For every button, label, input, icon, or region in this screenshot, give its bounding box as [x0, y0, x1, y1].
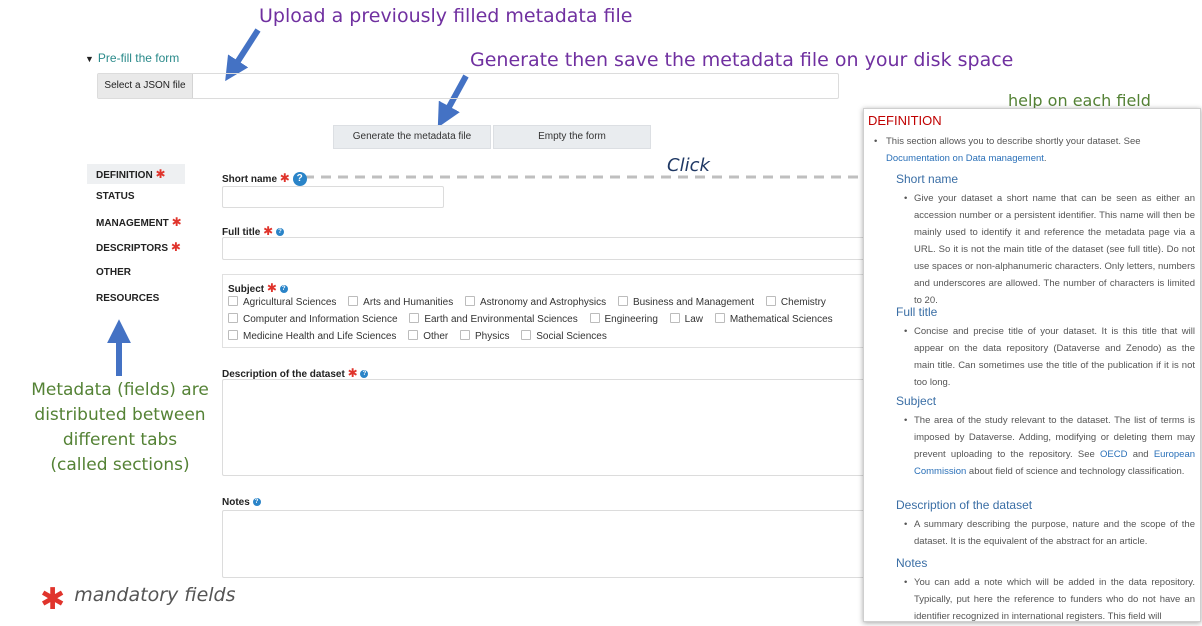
subject-row: Medicine Health and Life Sciences Other …	[228, 330, 616, 342]
subject-checkbox[interactable]: Mathematical Sciences	[714, 313, 833, 325]
subject-checkbox[interactable]: Social Sciences	[521, 330, 607, 342]
checkbox-icon[interactable]	[589, 313, 600, 323]
generate-metadata-button[interactable]: Generate the metadata file	[333, 125, 491, 149]
checkbox-icon[interactable]	[228, 313, 238, 323]
help-heading-notes: Notes	[896, 556, 928, 570]
description-label: Description of the dataset ✱ ?	[222, 366, 369, 380]
help-heading-description: Description of the dataset	[896, 498, 1033, 512]
subject-label: Subject ✱ ?	[228, 281, 288, 295]
upload-callout: Upload a previously filled metadata file	[259, 5, 633, 27]
short-name-label: Short name ✱ ?	[222, 171, 307, 187]
click-callout: Click	[667, 155, 710, 176]
subject-checkbox[interactable]: Physics	[460, 330, 509, 342]
help-heading-subject: Subject	[896, 394, 937, 408]
asterisk-icon: ✱	[171, 215, 182, 229]
checkbox-icon[interactable]	[228, 296, 238, 306]
subject-checkbox[interactable]: Arts and Humanities	[348, 296, 453, 308]
help-circle-icon[interactable]: ?	[360, 370, 369, 379]
help-intro: • This section allows you to describe sh…	[874, 136, 1141, 164]
subject-checkbox[interactable]: Agricultural Sciences	[228, 296, 336, 308]
checkbox-icon[interactable]	[409, 313, 420, 323]
checkbox-icon[interactable]	[408, 330, 419, 340]
tab-other[interactable]: OTHER	[87, 263, 185, 283]
subject-checkbox[interactable]: Law	[669, 313, 703, 325]
help-circle-icon[interactable]: ?	[292, 172, 307, 187]
asterisk-icon: ✱	[266, 281, 277, 295]
help-text-notes: • You can add a note which will be added …	[904, 577, 1195, 622]
subject-checkbox[interactable]: Other	[408, 330, 448, 342]
full-title-input[interactable]	[222, 237, 873, 260]
metadata-callout: Metadata (fields) are distributed betwee…	[31, 380, 209, 475]
empty-form-button[interactable]: Empty the form	[493, 125, 651, 149]
tab-status[interactable]: STATUS	[87, 187, 185, 207]
prefill-toggle[interactable]: ▼ Pre-fill the form	[85, 51, 179, 65]
subject-checkbox[interactable]: Engineering	[589, 313, 658, 325]
help-panel-title: DEFINITION	[868, 113, 942, 128]
tab-definition[interactable]: DEFINITION ✱	[87, 164, 185, 184]
subject-checkbox[interactable]: Chemistry	[765, 296, 826, 308]
checkbox-icon[interactable]	[669, 313, 680, 323]
checkbox-icon[interactable]	[460, 330, 471, 340]
asterisk-icon: ✱	[263, 224, 274, 238]
help-heading-short-name: Short name	[896, 172, 959, 186]
asterisk-icon: ✱	[347, 366, 358, 380]
help-circle-icon[interactable]: ?	[275, 228, 284, 237]
short-name-input[interactable]	[222, 186, 444, 208]
oecd-link[interactable]: OECD	[1100, 449, 1127, 460]
help-circle-icon[interactable]: ?	[279, 285, 288, 294]
tab-descriptors[interactable]: DESCRIPTORS ✱	[87, 237, 185, 257]
checkbox-icon[interactable]	[714, 313, 725, 323]
help-text-full-title: • Concise and precise title of your datas…	[904, 326, 1195, 388]
documentation-link[interactable]: Documentation on Data management	[886, 153, 1044, 164]
generate-callout: Generate then save the metadata file on …	[470, 49, 1014, 71]
checkbox-icon[interactable]	[765, 296, 776, 306]
help-panel: DEFINITION • This section allows you to …	[863, 108, 1201, 622]
checkbox-icon[interactable]	[617, 296, 628, 306]
checkbox-icon[interactable]	[521, 330, 532, 340]
triangle-down-icon: ▼	[85, 54, 94, 64]
asterisk-icon: ✱	[40, 582, 66, 617]
tab-resources[interactable]: RESOURCES	[87, 289, 185, 309]
subject-checkbox[interactable]: Medicine Health and Life Sciences	[228, 330, 396, 342]
subject-row: Agricultural Sciences Arts and Humanitie…	[228, 296, 835, 308]
description-textarea[interactable]	[222, 379, 873, 476]
help-circle-icon[interactable]: ?	[252, 498, 261, 507]
asterisk-icon: ✱	[155, 167, 166, 181]
subject-checkbox[interactable]: Computer and Information Science	[228, 313, 398, 325]
checkbox-icon[interactable]	[228, 330, 238, 340]
tab-management[interactable]: MANAGEMENT ✱	[87, 212, 185, 232]
full-title-label: Full title ✱ ?	[222, 224, 284, 238]
help-text-subject: • The area of the study relevant to the d…	[904, 415, 1196, 477]
json-file-input[interactable]: Select a JSON file	[97, 73, 839, 99]
asterisk-icon: ✱	[279, 171, 290, 185]
subject-checkbox[interactable]: Astronomy and Astrophysics	[464, 296, 606, 308]
notes-label: Notes ?	[222, 497, 261, 508]
asterisk-icon: ✱	[170, 240, 181, 254]
checkbox-icon[interactable]	[348, 296, 359, 306]
upload-arrow	[225, 28, 261, 82]
help-heading-full-title: Full title	[896, 305, 938, 319]
subject-checkbox[interactable]: Business and Management	[617, 296, 754, 308]
subject-box: Subject ✱ ? Agricultural Sciences Arts a…	[222, 274, 873, 348]
select-json-button[interactable]: Select a JSON file	[98, 74, 193, 98]
subject-checkbox[interactable]: Earth and Environmental Sciences	[409, 313, 578, 325]
help-text-description: • A summary describing the purpose, natur…	[904, 519, 1195, 547]
checkbox-icon[interactable]	[464, 296, 475, 306]
notes-textarea[interactable]	[222, 510, 873, 578]
subject-row: Computer and Information Science Earth a…	[228, 313, 842, 325]
mandatory-legend: ✱ mandatory fields	[40, 582, 236, 617]
help-text-short-name: • Give your dataset a short name that can…	[904, 193, 1195, 306]
